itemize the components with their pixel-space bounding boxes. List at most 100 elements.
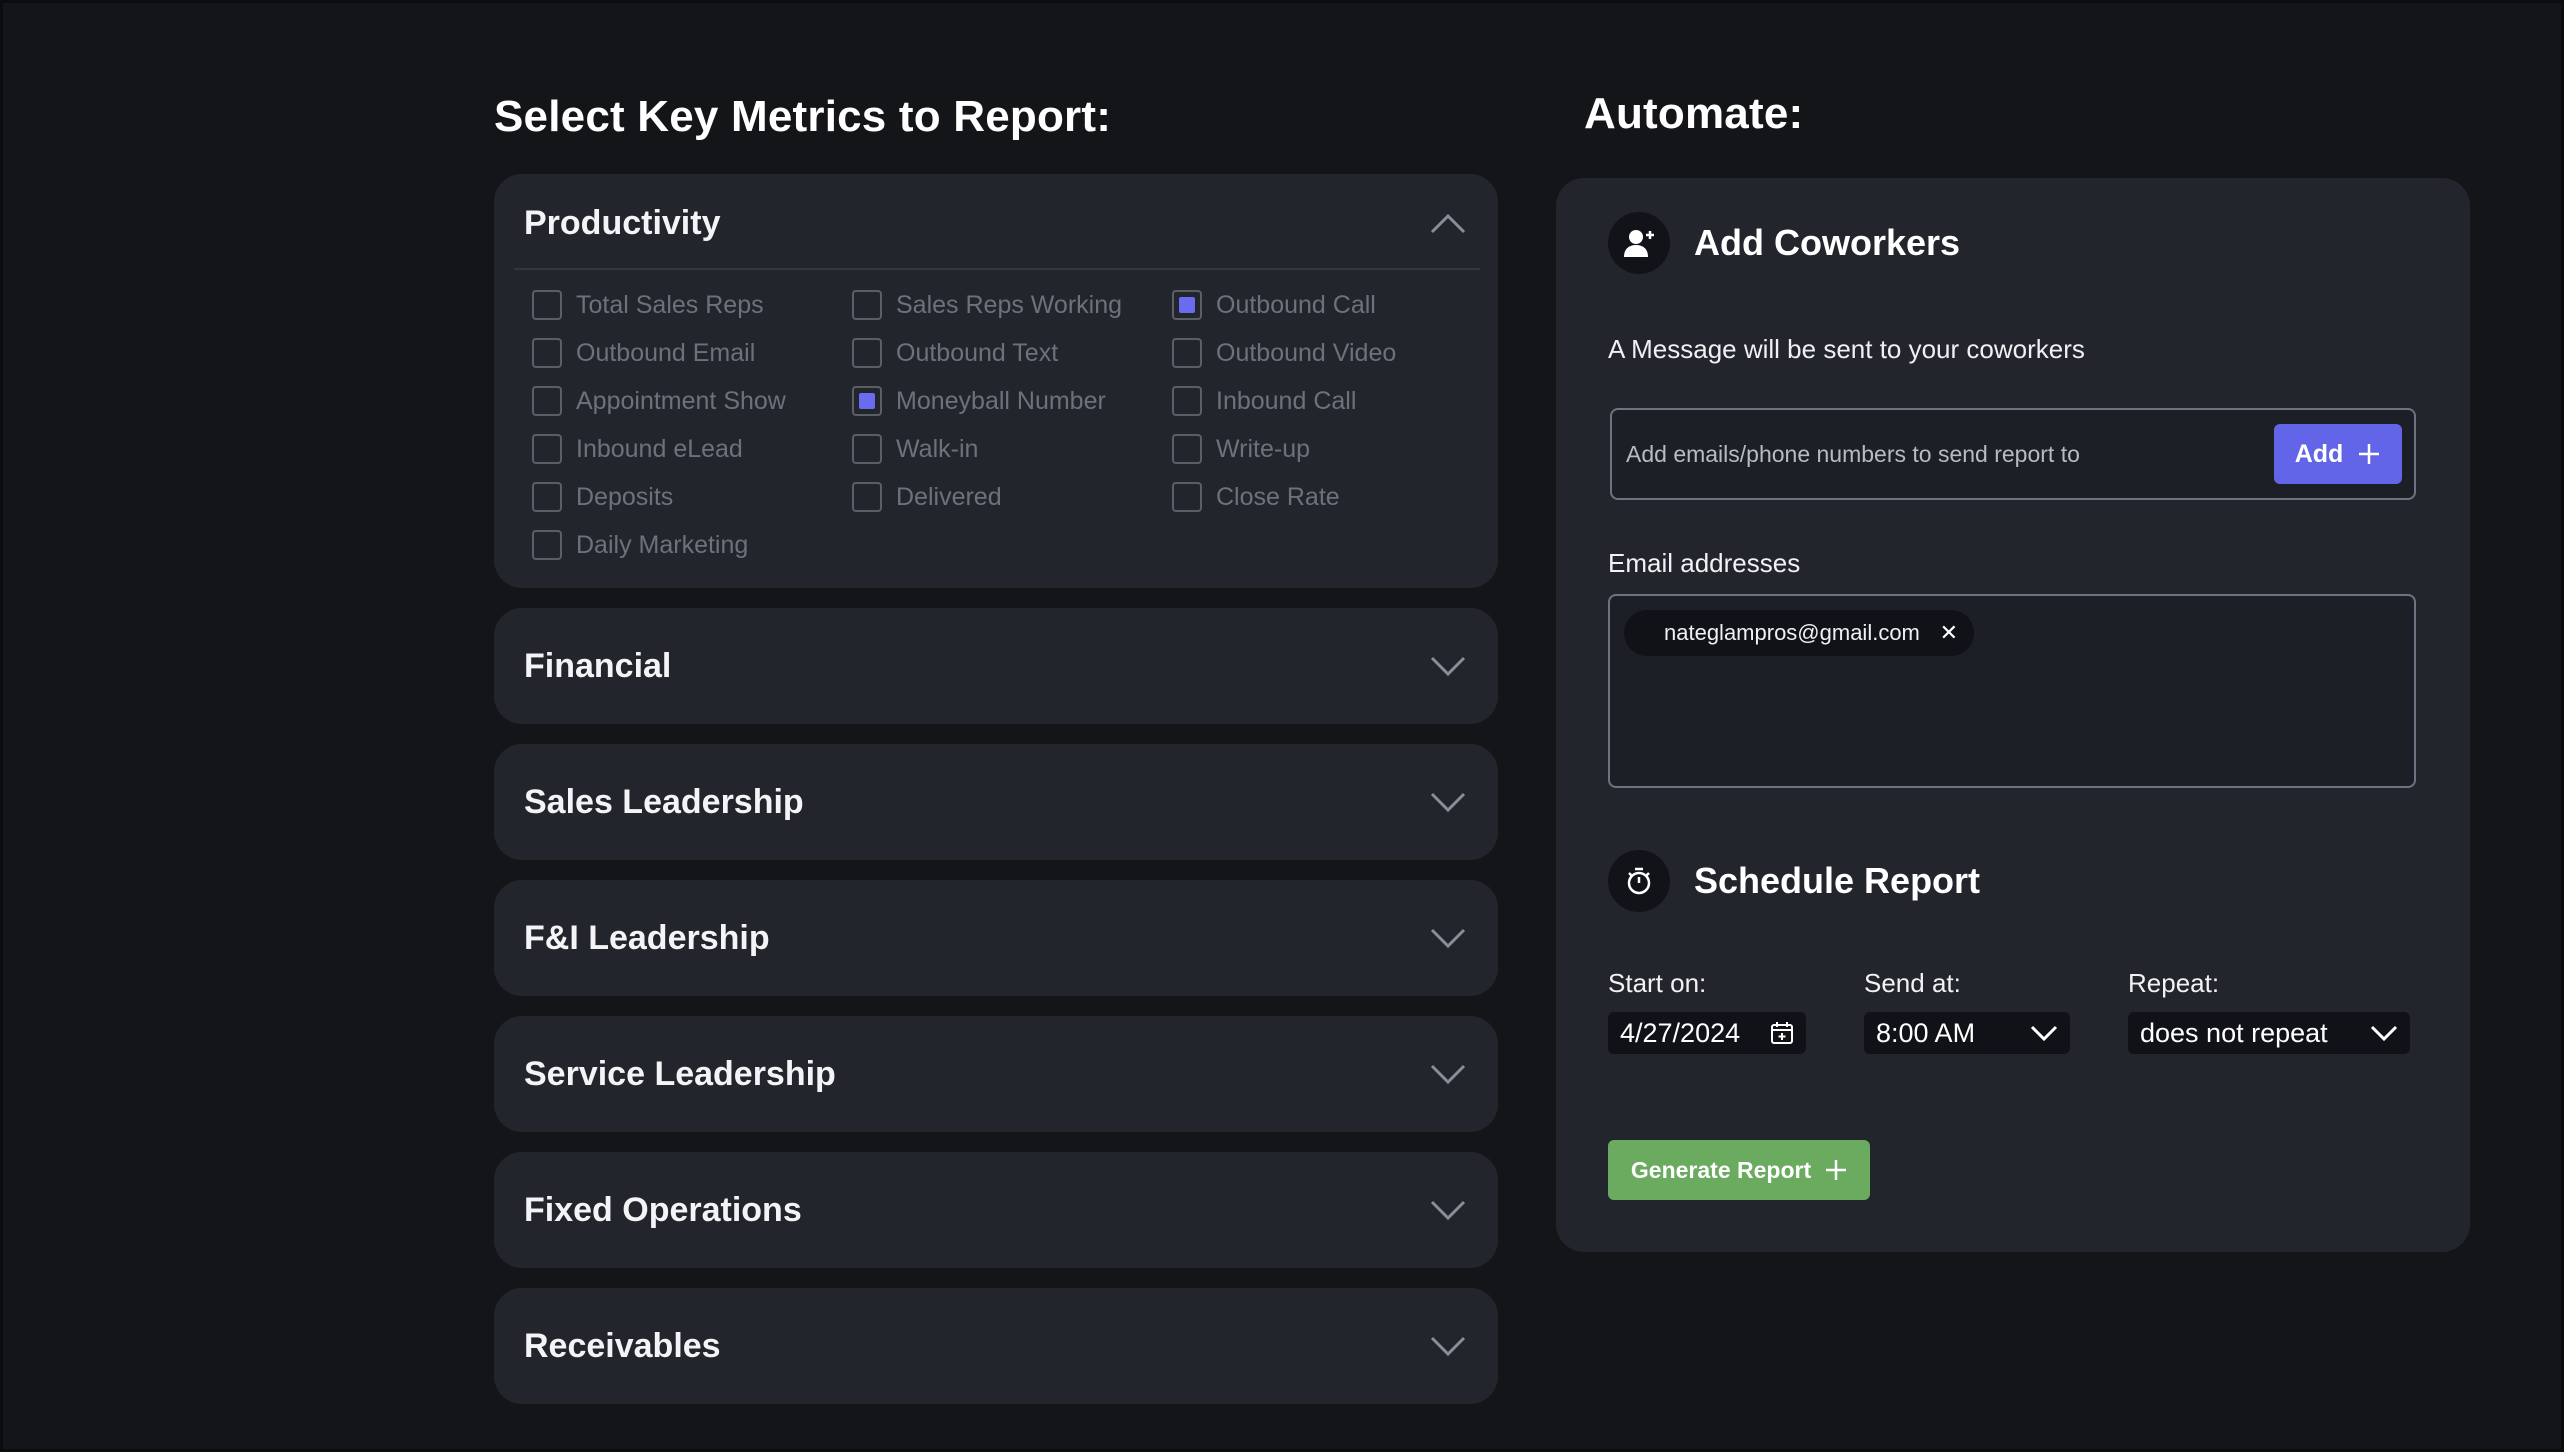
accordion-title: Financial [524, 646, 672, 685]
add-coworkers-header: Add Coworkers [1608, 212, 1960, 274]
metric-write-up[interactable]: Write-up [1172, 432, 1472, 466]
generate-report-button[interactable]: Generate Report [1608, 1140, 1870, 1200]
checkbox[interactable] [532, 434, 562, 464]
checkbox-checked[interactable] [1172, 290, 1202, 320]
plus-icon [2359, 444, 2380, 464]
metric-label: Appointment Show [576, 386, 786, 415]
accordion-header-productivity[interactable]: Productivity [494, 174, 1498, 268]
checkbox[interactable] [532, 386, 562, 416]
metric-label: Outbound Email [576, 338, 756, 367]
accordion-header-fixed-operations[interactable]: Fixed Operations [494, 1152, 1498, 1268]
add-coworker-button[interactable]: Add [2274, 424, 2402, 484]
chevron-down-icon[interactable] [1428, 646, 1468, 686]
checkbox[interactable] [532, 482, 562, 512]
metric-outbound-text[interactable]: Outbound Text [852, 336, 1172, 370]
metric-label: Walk-in [896, 434, 979, 463]
checkbox[interactable] [1172, 338, 1202, 368]
metric-inbound-call[interactable]: Inbound Call [1172, 384, 1472, 418]
accordion-header-receivables[interactable]: Receivables [494, 1288, 1498, 1404]
metric-appointment-show[interactable]: Appointment Show [532, 384, 852, 418]
chevron-up-icon[interactable] [1428, 203, 1468, 243]
metric-moneyball-number[interactable]: Moneyball Number [852, 384, 1172, 418]
metric-label: Outbound Text [896, 338, 1059, 367]
metrics-column-2: Sales Reps Working Outbound Text Moneyba… [852, 288, 1172, 562]
checkbox[interactable] [1172, 386, 1202, 416]
automate-panel: Add Coworkers A Message will be sent to … [1556, 178, 2470, 1252]
email-addresses-box[interactable]: nateglampros@gmail.com ✕ [1608, 594, 2416, 788]
metric-walk-in[interactable]: Walk-in [852, 432, 1172, 466]
chevron-down-icon[interactable] [1428, 1190, 1468, 1230]
repeat-select[interactable]: does not repeat [2128, 1012, 2410, 1054]
repeat-label: Repeat: [2128, 968, 2220, 998]
checkbox[interactable] [532, 290, 562, 320]
metric-outbound-email[interactable]: Outbound Email [532, 336, 852, 370]
remove-chip-icon[interactable]: ✕ [1940, 620, 1958, 646]
stopwatch-icon [1608, 850, 1670, 912]
accordion-sales-leadership: Sales Leadership [494, 744, 1498, 860]
metric-total-sales-reps[interactable]: Total Sales Reps [532, 288, 852, 322]
metric-label: Write-up [1216, 434, 1311, 463]
accordion-header-service-leadership[interactable]: Service Leadership [494, 1016, 1498, 1132]
accordion-title: Productivity [524, 203, 721, 242]
accordion-financial: Financial [494, 608, 1498, 724]
metric-outbound-video[interactable]: Outbound Video [1172, 336, 1472, 370]
automate-title: Automate: [1584, 89, 1804, 138]
checkbox[interactable] [852, 434, 882, 464]
accordion-header-sales-leadership[interactable]: Sales Leadership [494, 744, 1498, 860]
chevron-down-icon[interactable] [1428, 1326, 1468, 1366]
metric-label: Inbound eLead [576, 434, 743, 463]
calendar-icon [1771, 1022, 1793, 1044]
metrics-section-title: Select Key Metrics to Report: [494, 92, 1112, 141]
checkbox[interactable] [852, 482, 882, 512]
metric-label: Total Sales Reps [576, 290, 764, 319]
metric-label: Outbound Video [1216, 338, 1397, 367]
accordion-title: Sales Leadership [524, 782, 804, 821]
metric-label: Inbound Call [1216, 386, 1357, 415]
metric-deposits[interactable]: Deposits [532, 480, 852, 514]
checkbox[interactable] [852, 290, 882, 320]
chevron-down-icon[interactable] [1428, 1054, 1468, 1094]
accordion-header-financial[interactable]: Financial [494, 608, 1498, 724]
add-button-label: Add [2294, 439, 2344, 468]
checkbox-checked[interactable] [852, 386, 882, 416]
start-date-picker[interactable]: 4/27/2024 [1608, 1012, 1806, 1054]
accordion-header-fi-leadership[interactable]: F&I Leadership [494, 880, 1498, 996]
metric-label: Close Rate [1216, 482, 1340, 511]
metric-delivered[interactable]: Delivered [852, 480, 1172, 514]
chevron-down-icon [2370, 1025, 2398, 1042]
metric-label: Daily Marketing [576, 530, 749, 559]
metric-close-rate[interactable]: Close Rate [1172, 480, 1472, 514]
send-time-select[interactable]: 8:00 AM [1864, 1012, 2070, 1054]
accordion-productivity: Productivity Total Sales Reps Outbound E… [494, 174, 1498, 588]
start-date-value: 4/27/2024 [1620, 1017, 1741, 1048]
chevron-down-icon[interactable] [1428, 782, 1468, 822]
chevron-down-icon[interactable] [1428, 918, 1468, 958]
metric-inbound-elead[interactable]: Inbound eLead [532, 432, 852, 466]
schedule-report-title: Schedule Report [1694, 860, 1981, 901]
accordion-title: F&I Leadership [524, 918, 770, 957]
metric-label: Outbound Call [1216, 290, 1376, 319]
accordion-title: Fixed Operations [524, 1190, 802, 1229]
generate-report-label: Generate Report [1630, 1156, 1812, 1183]
metric-label: Delivered [896, 482, 1002, 511]
metrics-column-3: Outbound Call Outbound Video Inbound Cal… [1172, 288, 1472, 562]
checkbox[interactable] [1172, 434, 1202, 464]
add-coworkers-title: Add Coworkers [1694, 222, 1961, 263]
checkbox[interactable] [532, 338, 562, 368]
coworker-contact-input[interactable] [1626, 440, 2274, 468]
start-on-label: Start on: [1608, 968, 1707, 998]
accordion-title: Receivables [524, 1326, 721, 1365]
send-time-value: 8:00 AM [1876, 1017, 1976, 1048]
plus-icon [1826, 1160, 1847, 1180]
metric-label: Moneyball Number [896, 386, 1106, 415]
metric-daily-marketing[interactable]: Daily Marketing [532, 528, 852, 562]
checkbox[interactable] [1172, 482, 1202, 512]
checkbox[interactable] [852, 338, 882, 368]
metric-sales-reps-working[interactable]: Sales Reps Working [852, 288, 1172, 322]
checkbox[interactable] [532, 530, 562, 560]
metric-outbound-call[interactable]: Outbound Call [1172, 288, 1472, 322]
metrics-grid: Total Sales Reps Outbound Email Appointm… [494, 270, 1498, 588]
coworkers-message: A Message will be sent to your coworkers [1608, 334, 2085, 364]
metrics-section: Select Key Metrics to Report: Productivi… [494, 90, 1498, 1424]
metric-label: Deposits [576, 482, 674, 511]
